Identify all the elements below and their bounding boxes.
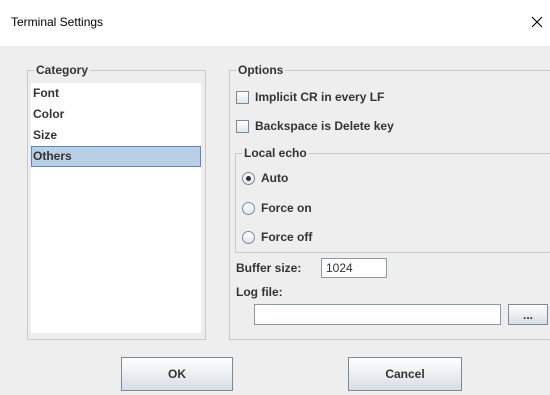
local-echo-force-on-radio[interactable]: Force on <box>242 201 312 215</box>
local-echo-force-off-radio[interactable]: Force off <box>242 230 312 244</box>
radio-auto-circle[interactable] <box>242 171 255 185</box>
window-title: Terminal Settings <box>11 15 104 29</box>
radio-force-on-circle[interactable] <box>242 201 255 215</box>
local-echo-legend: Local echo <box>242 145 309 161</box>
close-icon <box>531 16 543 31</box>
category-item-size[interactable]: Size <box>31 125 201 146</box>
buffer-size-label: Buffer size: <box>236 261 302 275</box>
browse-button-label: ... <box>522 307 533 322</box>
implicit-cr-box[interactable] <box>236 90 249 104</box>
backspace-delete-box[interactable] <box>236 119 249 133</box>
category-item-font[interactable]: Font <box>31 83 201 104</box>
category-item-color[interactable]: Color <box>31 104 201 125</box>
browse-button[interactable]: ... <box>508 304 548 325</box>
category-list[interactable]: Font Color Size Others <box>31 83 201 333</box>
ok-button[interactable]: OK <box>121 357 233 391</box>
radio-force-off-circle[interactable] <box>242 230 255 244</box>
title-bar: Terminal Settings <box>0 0 550 46</box>
cancel-button-label: Cancel <box>385 367 425 381</box>
radio-auto-label: Auto <box>261 171 289 185</box>
local-echo-auto-radio[interactable]: Auto <box>242 171 288 185</box>
ok-button-label: OK <box>168 367 186 381</box>
backspace-delete-checkbox[interactable]: Backspace is Delete key <box>236 119 394 133</box>
backspace-delete-label: Backspace is Delete key <box>255 119 394 133</box>
category-item-others[interactable]: Others <box>31 146 201 167</box>
implicit-cr-checkbox[interactable]: Implicit CR in every LF <box>236 90 384 104</box>
options-legend: Options <box>236 62 286 78</box>
category-group: Category Font Color Size Others <box>27 62 206 340</box>
category-legend: Category <box>34 62 91 78</box>
close-button[interactable] <box>524 8 550 38</box>
buffer-size-input[interactable] <box>321 258 387 278</box>
radio-force-on-label: Force on <box>261 201 312 215</box>
cancel-button[interactable]: Cancel <box>348 357 462 391</box>
dialog-body: Category Font Color Size Others Options … <box>0 46 550 395</box>
radio-force-off-label: Force off <box>261 230 313 244</box>
log-file-input[interactable] <box>254 304 501 325</box>
log-file-label: Log file: <box>236 285 283 299</box>
implicit-cr-label: Implicit CR in every LF <box>255 90 385 104</box>
